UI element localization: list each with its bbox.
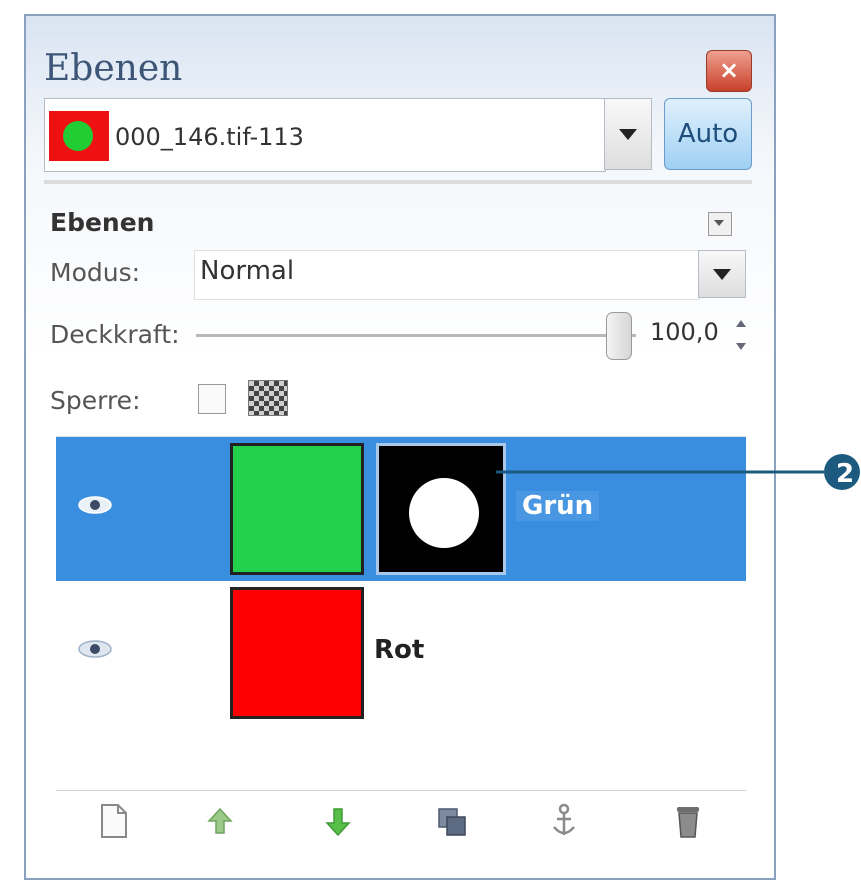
panel-title: Ebenen [44, 48, 183, 89]
spin-down-icon[interactable] [736, 343, 746, 350]
mask-circle [409, 478, 479, 548]
duplicate-layer-icon[interactable] [432, 799, 472, 843]
raise-layer-icon[interactable] [200, 799, 240, 843]
opacity-slider-track[interactable] [196, 334, 636, 337]
spin-up-icon[interactable] [736, 320, 746, 327]
delete-layer-icon[interactable] [668, 799, 708, 843]
image-selector[interactable]: 000_146.tif-113 [44, 98, 606, 172]
layer-thumbnail[interactable] [230, 587, 364, 719]
layer-row[interactable]: Rot [56, 581, 746, 725]
lock-alpha-icon[interactable] [248, 380, 288, 416]
lock-pixels-checkbox[interactable] [198, 384, 226, 414]
auto-button[interactable]: Auto [664, 98, 752, 170]
opacity-value-field[interactable]: 100,0 [650, 318, 719, 346]
close-button[interactable]: × [706, 50, 752, 92]
eye-icon[interactable] [76, 637, 114, 661]
layer-mask-thumbnail[interactable] [376, 443, 506, 575]
lock-label: Sperre: [50, 386, 141, 415]
section-title: Ebenen [50, 208, 155, 237]
layer-toolbar [56, 790, 746, 853]
new-layer-icon[interactable] [94, 799, 134, 843]
chevron-down-icon [713, 269, 731, 280]
divider [44, 180, 752, 184]
chevron-down-icon [619, 129, 637, 140]
callout-2: 2 [496, 454, 860, 490]
callout-number: 2 [836, 459, 854, 489]
lower-layer-icon[interactable] [318, 799, 358, 843]
eye-icon[interactable] [76, 493, 114, 517]
mode-dropdown-button[interactable] [698, 250, 746, 298]
opacity-spinner[interactable] [734, 318, 748, 356]
mode-label: Modus: [50, 258, 141, 287]
image-selector-dropdown-button[interactable] [604, 98, 652, 170]
mode-value: Normal [200, 256, 295, 286]
tab-menu-button[interactable] [708, 212, 732, 236]
layer-name[interactable]: Rot [374, 635, 424, 665]
image-name: 000_146.tif-113 [115, 123, 304, 151]
opacity-slider-handle[interactable] [606, 312, 632, 360]
layer-thumbnail[interactable] [230, 443, 364, 575]
opacity-label: Deckkraft: [50, 320, 180, 349]
anchor-layer-icon[interactable] [544, 799, 584, 843]
image-thumbnail [49, 111, 109, 161]
